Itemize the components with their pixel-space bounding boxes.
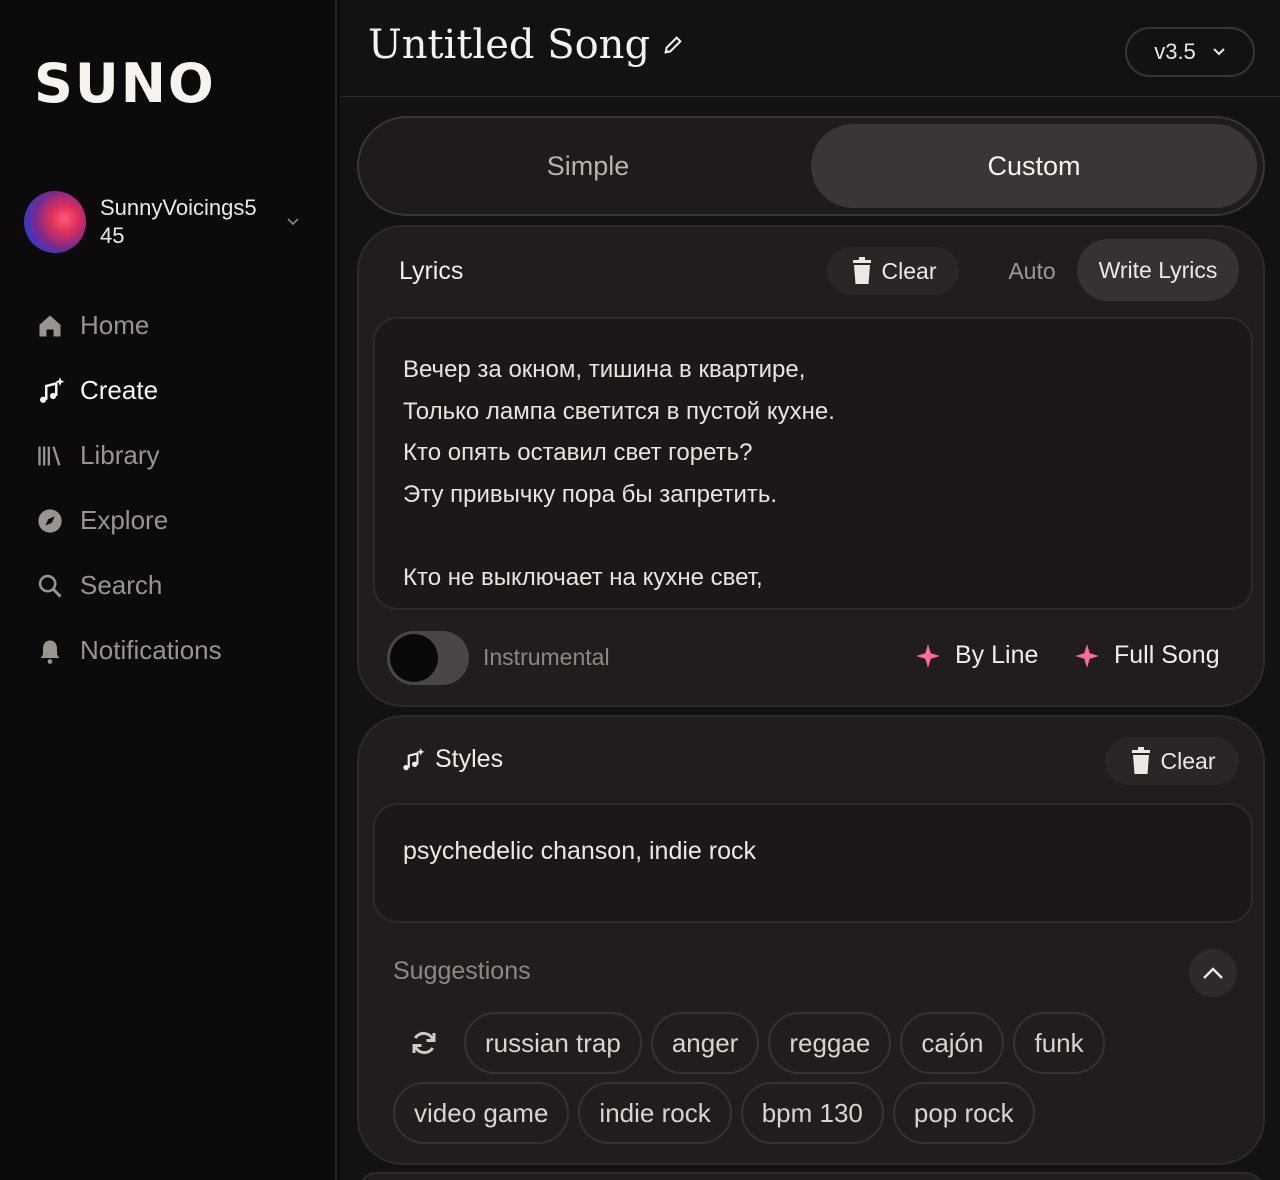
chip-row: video game indie rock bpm 130 pop rock (393, 1082, 1243, 1144)
chevron-down-icon (1213, 48, 1225, 56)
suno-logo[interactable]: SUNO (34, 52, 216, 115)
toggle-knob (390, 634, 438, 682)
nav-item-home[interactable]: Home (34, 293, 222, 358)
by-line-button[interactable]: By Line (915, 641, 1038, 670)
suggestion-chip[interactable]: indie rock (578, 1082, 732, 1144)
suggestion-chip[interactable]: pop rock (892, 1082, 1035, 1144)
next-card-edge (357, 1172, 1265, 1180)
user-menu[interactable]: SunnyVoicings5 45 (24, 190, 314, 254)
lyric-line: Кто не выключает на кухне свет, (403, 563, 763, 591)
nav-item-create[interactable]: Create (34, 358, 222, 423)
edit-pencil-icon[interactable] (662, 34, 684, 56)
lyric-line: Только лампа светится в пустой кухне. (403, 397, 835, 425)
suggestion-chip[interactable]: video game (393, 1082, 570, 1144)
tab-simple[interactable]: Simple (365, 124, 811, 208)
suggestion-chip[interactable]: bpm 130 (740, 1082, 884, 1144)
username-line-1: SunnyVoicings5 (100, 195, 257, 220)
sparkle-icon (916, 643, 940, 668)
lyric-line-empty (403, 515, 1251, 557)
suggestion-chip[interactable]: reggae (768, 1012, 892, 1074)
suggestion-chip[interactable]: cajón (900, 1012, 1005, 1074)
username: SunnyVoicings5 45 (100, 194, 280, 250)
trash-icon (1131, 747, 1150, 774)
styles-clear-button[interactable]: Clear (1105, 737, 1239, 785)
version-select[interactable]: v3.5 (1125, 27, 1255, 77)
nav-label-library: Library (80, 440, 160, 470)
chip-row: russian trap anger reggae cajón funk (393, 1012, 1243, 1074)
lyric-line: У (403, 598, 1251, 608)
suggestions-label: Suggestions (393, 957, 531, 985)
sidebar: SUNO SunnyVoicings5 45 Home Create Libra… (0, 0, 337, 1180)
suggestion-chip[interactable]: anger (650, 1012, 760, 1074)
lyrics-title: Lyrics (399, 257, 464, 285)
tab-custom[interactable]: Custom (811, 124, 1257, 208)
write-lyrics-button[interactable]: Write Lyrics (1077, 239, 1239, 301)
version-label: v3.5 (1154, 39, 1196, 64)
refresh-icon (412, 1031, 436, 1055)
song-title[interactable]: Untitled Song (368, 22, 684, 68)
nav-label-explore: Explore (80, 505, 169, 535)
nav-label-create: Create (80, 375, 159, 405)
styles-title: Styles (399, 745, 503, 774)
nav-item-notifications[interactable]: Notifications (34, 618, 222, 683)
full-song-label: Full Song (1114, 641, 1220, 669)
music-create-icon (403, 747, 425, 770)
lyrics-textarea[interactable]: Вечер за окном, тишина в квартире, Тольк… (373, 317, 1253, 610)
library-icon (34, 440, 66, 472)
lyrics-clear-button[interactable]: Clear (827, 247, 959, 295)
styles-card: Styles Clear psychedelic chanson, indie … (357, 715, 1265, 1165)
music-create-icon (34, 375, 66, 407)
nav-label-home: Home (80, 310, 150, 340)
styles-title-label: Styles (435, 745, 504, 773)
compass-icon (34, 505, 66, 537)
nav-item-library[interactable]: Library (34, 423, 222, 488)
mode-switch: Simple Custom (357, 116, 1265, 216)
trash-icon (852, 257, 871, 284)
home-icon (34, 310, 66, 342)
lyric-line: Кто опять оставил свет гореть? (403, 439, 753, 466)
chevron-up-icon (1203, 967, 1223, 979)
main-nav: Home Create Library Explore Search Notif… (34, 293, 222, 683)
styles-clear-label: Clear (1160, 747, 1216, 774)
full-song-button[interactable]: Full Song (1074, 641, 1220, 670)
suggestion-chip[interactable]: funk (1013, 1012, 1105, 1074)
by-line-label: By Line (955, 641, 1039, 669)
collapse-suggestions-button[interactable] (1189, 949, 1237, 997)
song-title-text: Untitled Song (368, 22, 651, 68)
lyrics-clear-label: Clear (881, 257, 937, 284)
styles-input[interactable]: psychedelic chanson, indie rock (373, 803, 1253, 923)
nav-label-notifications: Notifications (80, 635, 222, 665)
lyric-line: Вечер за окном, тишина в квартире, (403, 356, 806, 383)
sparkle-icon (1075, 643, 1099, 668)
nav-item-explore[interactable]: Explore (34, 488, 222, 553)
lyrics-auto-button[interactable]: Auto (991, 247, 1073, 295)
nav-item-search[interactable]: Search (34, 553, 222, 618)
main-panel: Untitled Song v3.5 Simple Custom Lyrics … (339, 0, 1280, 1180)
suggestion-chip[interactable]: russian trap (464, 1012, 642, 1074)
lyrics-card: Lyrics Clear Auto Write Lyrics Вечер за … (357, 225, 1265, 707)
search-icon (34, 570, 66, 602)
top-bar: Untitled Song v3.5 (339, 0, 1280, 97)
instrumental-label: Instrumental (483, 644, 610, 670)
refresh-suggestions-button[interactable] (393, 1012, 455, 1074)
avatar (24, 191, 86, 253)
lyric-line: Эту привычку пора бы запретить. (403, 480, 778, 508)
suggestion-chips: russian trap anger reggae cajón funk vid… (393, 1012, 1243, 1152)
chevron-down-icon (286, 213, 300, 231)
nav-label-search: Search (80, 570, 163, 600)
username-line-2: 45 (100, 223, 125, 248)
bell-icon (34, 635, 66, 667)
instrumental-toggle[interactable] (387, 631, 469, 685)
